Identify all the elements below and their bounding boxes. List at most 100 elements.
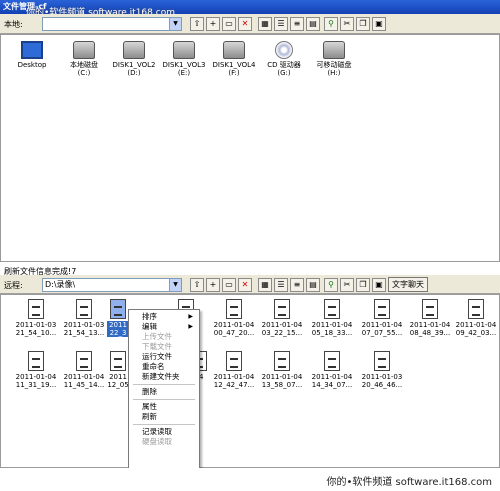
file-date: 2011 bbox=[107, 321, 129, 329]
paste-icon[interactable]: ▣ bbox=[372, 17, 386, 31]
file-date: 2011-01-04 bbox=[261, 321, 303, 329]
local-path-combo[interactable]: ▼ bbox=[42, 17, 182, 31]
menu-item-label: 属性 bbox=[142, 402, 157, 411]
menu-item-label: 下载文件 bbox=[142, 342, 172, 351]
list-view-icon[interactable]: ☰ bbox=[274, 17, 288, 31]
file-item[interactable]: 2011-01-04 09_42_03... bbox=[451, 299, 500, 337]
drive-desktop[interactable]: Desktop bbox=[7, 41, 57, 69]
file-item[interactable]: 2011-01-04 03_22_15... bbox=[257, 299, 307, 337]
file-date: 2011-01-04 bbox=[15, 373, 57, 381]
remote-file-pane[interactable]: 2011-01-03 21_54_10... 2011-01-03 21_54_… bbox=[0, 294, 500, 468]
file-item[interactable]: 2011-01-03 21_54_10... bbox=[11, 299, 61, 337]
remote-path-value: D:\录像\ bbox=[45, 280, 76, 289]
menu-separator bbox=[133, 384, 195, 385]
menu-item-new-folder[interactable]: 新建文件夹 bbox=[129, 372, 199, 382]
file-time: 14_34_07... bbox=[311, 381, 353, 389]
delete-icon[interactable]: ✕ bbox=[238, 17, 252, 31]
menu-item-label: 运行文件 bbox=[142, 352, 172, 361]
remote-path-combo[interactable]: D:\录像\ ▼ bbox=[42, 278, 182, 292]
paste-icon[interactable]: ▣ bbox=[372, 278, 386, 292]
menu-item-properties[interactable]: 属性 bbox=[129, 402, 199, 412]
folder-up-icon[interactable]: ⇧ bbox=[190, 278, 204, 292]
drive-e[interactable]: DISK1_VOL3 (E:) bbox=[159, 41, 209, 77]
file-item[interactable]: 2011-01-04 11_45_14... bbox=[59, 351, 109, 389]
cut-icon[interactable]: ✂ bbox=[340, 278, 354, 292]
menu-item-edit[interactable]: 编辑 ▶ bbox=[129, 322, 199, 332]
file-item[interactable]: 2011-01-04 00_47_20... bbox=[209, 299, 259, 337]
video-file-icon bbox=[324, 351, 340, 371]
remote-toolbar: 远程: D:\录像\ ▼ ⇧ + ▭ ✕ ▦ ☰ ≡ ▤ ⚲ ✂ ❐ ▣ 文字聊… bbox=[0, 275, 500, 294]
grid-view-icon[interactable]: ▤ bbox=[306, 17, 320, 31]
search-icon[interactable]: ⚲ bbox=[324, 278, 338, 292]
file-date: 2011-01-03 bbox=[15, 321, 57, 329]
file-item[interactable]: 2011-01-04 05_18_33... bbox=[307, 299, 357, 337]
file-item[interactable]: 2011-01-04 11_31_19... bbox=[11, 351, 61, 389]
file-time: 21_54_10... bbox=[15, 329, 57, 337]
file-item-selected[interactable]: 2011 22_3 bbox=[107, 299, 129, 337]
copy-icon[interactable]: ❐ bbox=[356, 17, 370, 31]
search-icon[interactable]: ⚲ bbox=[324, 17, 338, 31]
file-time: 09_42_03... bbox=[455, 329, 497, 337]
menu-item-sort[interactable]: 排序 ▶ bbox=[129, 312, 199, 322]
file-item[interactable]: 2011-01-04 14_34_07... bbox=[307, 351, 357, 389]
file-date: 2011-01-04 bbox=[311, 321, 353, 329]
file-item[interactable]: 2011-01-03 21_54_13... bbox=[59, 299, 109, 337]
file-date: 2011-01-04 bbox=[409, 321, 451, 329]
text-chat-button[interactable]: 文字聊天 bbox=[388, 277, 428, 292]
file-item[interactable]: 2011-01-04 12_42_47... bbox=[209, 351, 259, 389]
menu-item-refresh[interactable]: 刷新 bbox=[129, 412, 199, 422]
submenu-arrow-icon: ▶ bbox=[188, 323, 193, 330]
menu-item-rename[interactable]: 重命名 bbox=[129, 362, 199, 372]
grid-view-icon[interactable]: ▤ bbox=[306, 278, 320, 292]
file-date: 2011-01-03 bbox=[63, 321, 105, 329]
drive-h[interactable]: 可移动磁盘 (H:) bbox=[309, 41, 359, 77]
new-folder-icon[interactable]: + bbox=[206, 17, 220, 31]
details-view-icon[interactable]: ≡ bbox=[290, 278, 304, 292]
drive-letter: (E:) bbox=[177, 69, 191, 77]
menu-item-delete[interactable]: 删除 bbox=[129, 387, 199, 397]
file-item[interactable]: 2011-01-04 13_58_07... bbox=[257, 351, 307, 389]
drive-name: DISK1_VOL3 bbox=[162, 61, 206, 69]
file-item[interactable]: 2011 12_05 bbox=[107, 351, 129, 389]
drive-letter: (D:) bbox=[127, 69, 141, 77]
file-item[interactable]: 2011-01-03 20_46_46... bbox=[357, 351, 407, 389]
video-file-icon bbox=[274, 351, 290, 371]
drive-name: DISK1_VOL2 bbox=[112, 61, 156, 69]
large-icons-view-icon[interactable]: ▦ bbox=[258, 17, 272, 31]
folder-up-icon[interactable]: ⇧ bbox=[190, 17, 204, 31]
watermark-bottom: 你的•软件频道 software.it168.com bbox=[326, 477, 492, 488]
local-file-pane[interactable]: Desktop 本地磁盘 (C:) DISK1_VOL2 (D:) DISK1_… bbox=[0, 34, 500, 262]
video-file-icon bbox=[422, 299, 438, 319]
copy-icon[interactable]: ❐ bbox=[356, 278, 370, 292]
file-time: 12_05 bbox=[107, 381, 129, 389]
menu-item-run[interactable]: 运行文件 bbox=[129, 352, 199, 362]
file-item[interactable]: 2011-01-04 07_07_55... bbox=[357, 299, 407, 337]
drive-f[interactable]: DISK1_VOL4 (F:) bbox=[209, 41, 259, 77]
file-date: 2011-01-04 bbox=[213, 373, 255, 381]
drive-d[interactable]: DISK1_VOL2 (D:) bbox=[109, 41, 159, 77]
drive-c[interactable]: 本地磁盘 (C:) bbox=[59, 41, 109, 77]
menu-item-disk-read: 硬盘读取 bbox=[129, 437, 199, 447]
menu-item-upload: 上传文件 bbox=[129, 332, 199, 342]
delete-icon[interactable]: ✕ bbox=[238, 278, 252, 292]
new-folder-icon[interactable]: + bbox=[206, 278, 220, 292]
video-file-icon bbox=[76, 299, 92, 319]
drive-letter: (F:) bbox=[228, 69, 240, 77]
video-file-icon bbox=[468, 299, 484, 319]
video-file-icon bbox=[226, 299, 242, 319]
large-icons-view-icon[interactable]: ▦ bbox=[258, 278, 272, 292]
file-item[interactable]: 2011-01-04 08_48_39... bbox=[405, 299, 455, 337]
open-folder-icon[interactable]: ▭ bbox=[222, 17, 236, 31]
menu-item-label: 上传文件 bbox=[142, 332, 172, 341]
chevron-down-icon[interactable]: ▼ bbox=[169, 279, 181, 291]
remote-label: 远程: bbox=[4, 281, 23, 290]
drive-g[interactable]: CD 驱动器 (G:) bbox=[259, 41, 309, 77]
menu-item-log-read[interactable]: 记录读取 bbox=[129, 427, 199, 437]
open-folder-icon[interactable]: ▭ bbox=[222, 278, 236, 292]
local-toolbar: 本地: ▼ ⇧ + ▭ ✕ ▦ ☰ ≡ ▤ ⚲ ✂ ❐ ▣ bbox=[0, 14, 500, 34]
list-view-icon[interactable]: ☰ bbox=[274, 278, 288, 292]
menu-item-label: 刷新 bbox=[142, 412, 157, 421]
cut-icon[interactable]: ✂ bbox=[340, 17, 354, 31]
chevron-down-icon[interactable]: ▼ bbox=[169, 18, 181, 30]
details-view-icon[interactable]: ≡ bbox=[290, 17, 304, 31]
